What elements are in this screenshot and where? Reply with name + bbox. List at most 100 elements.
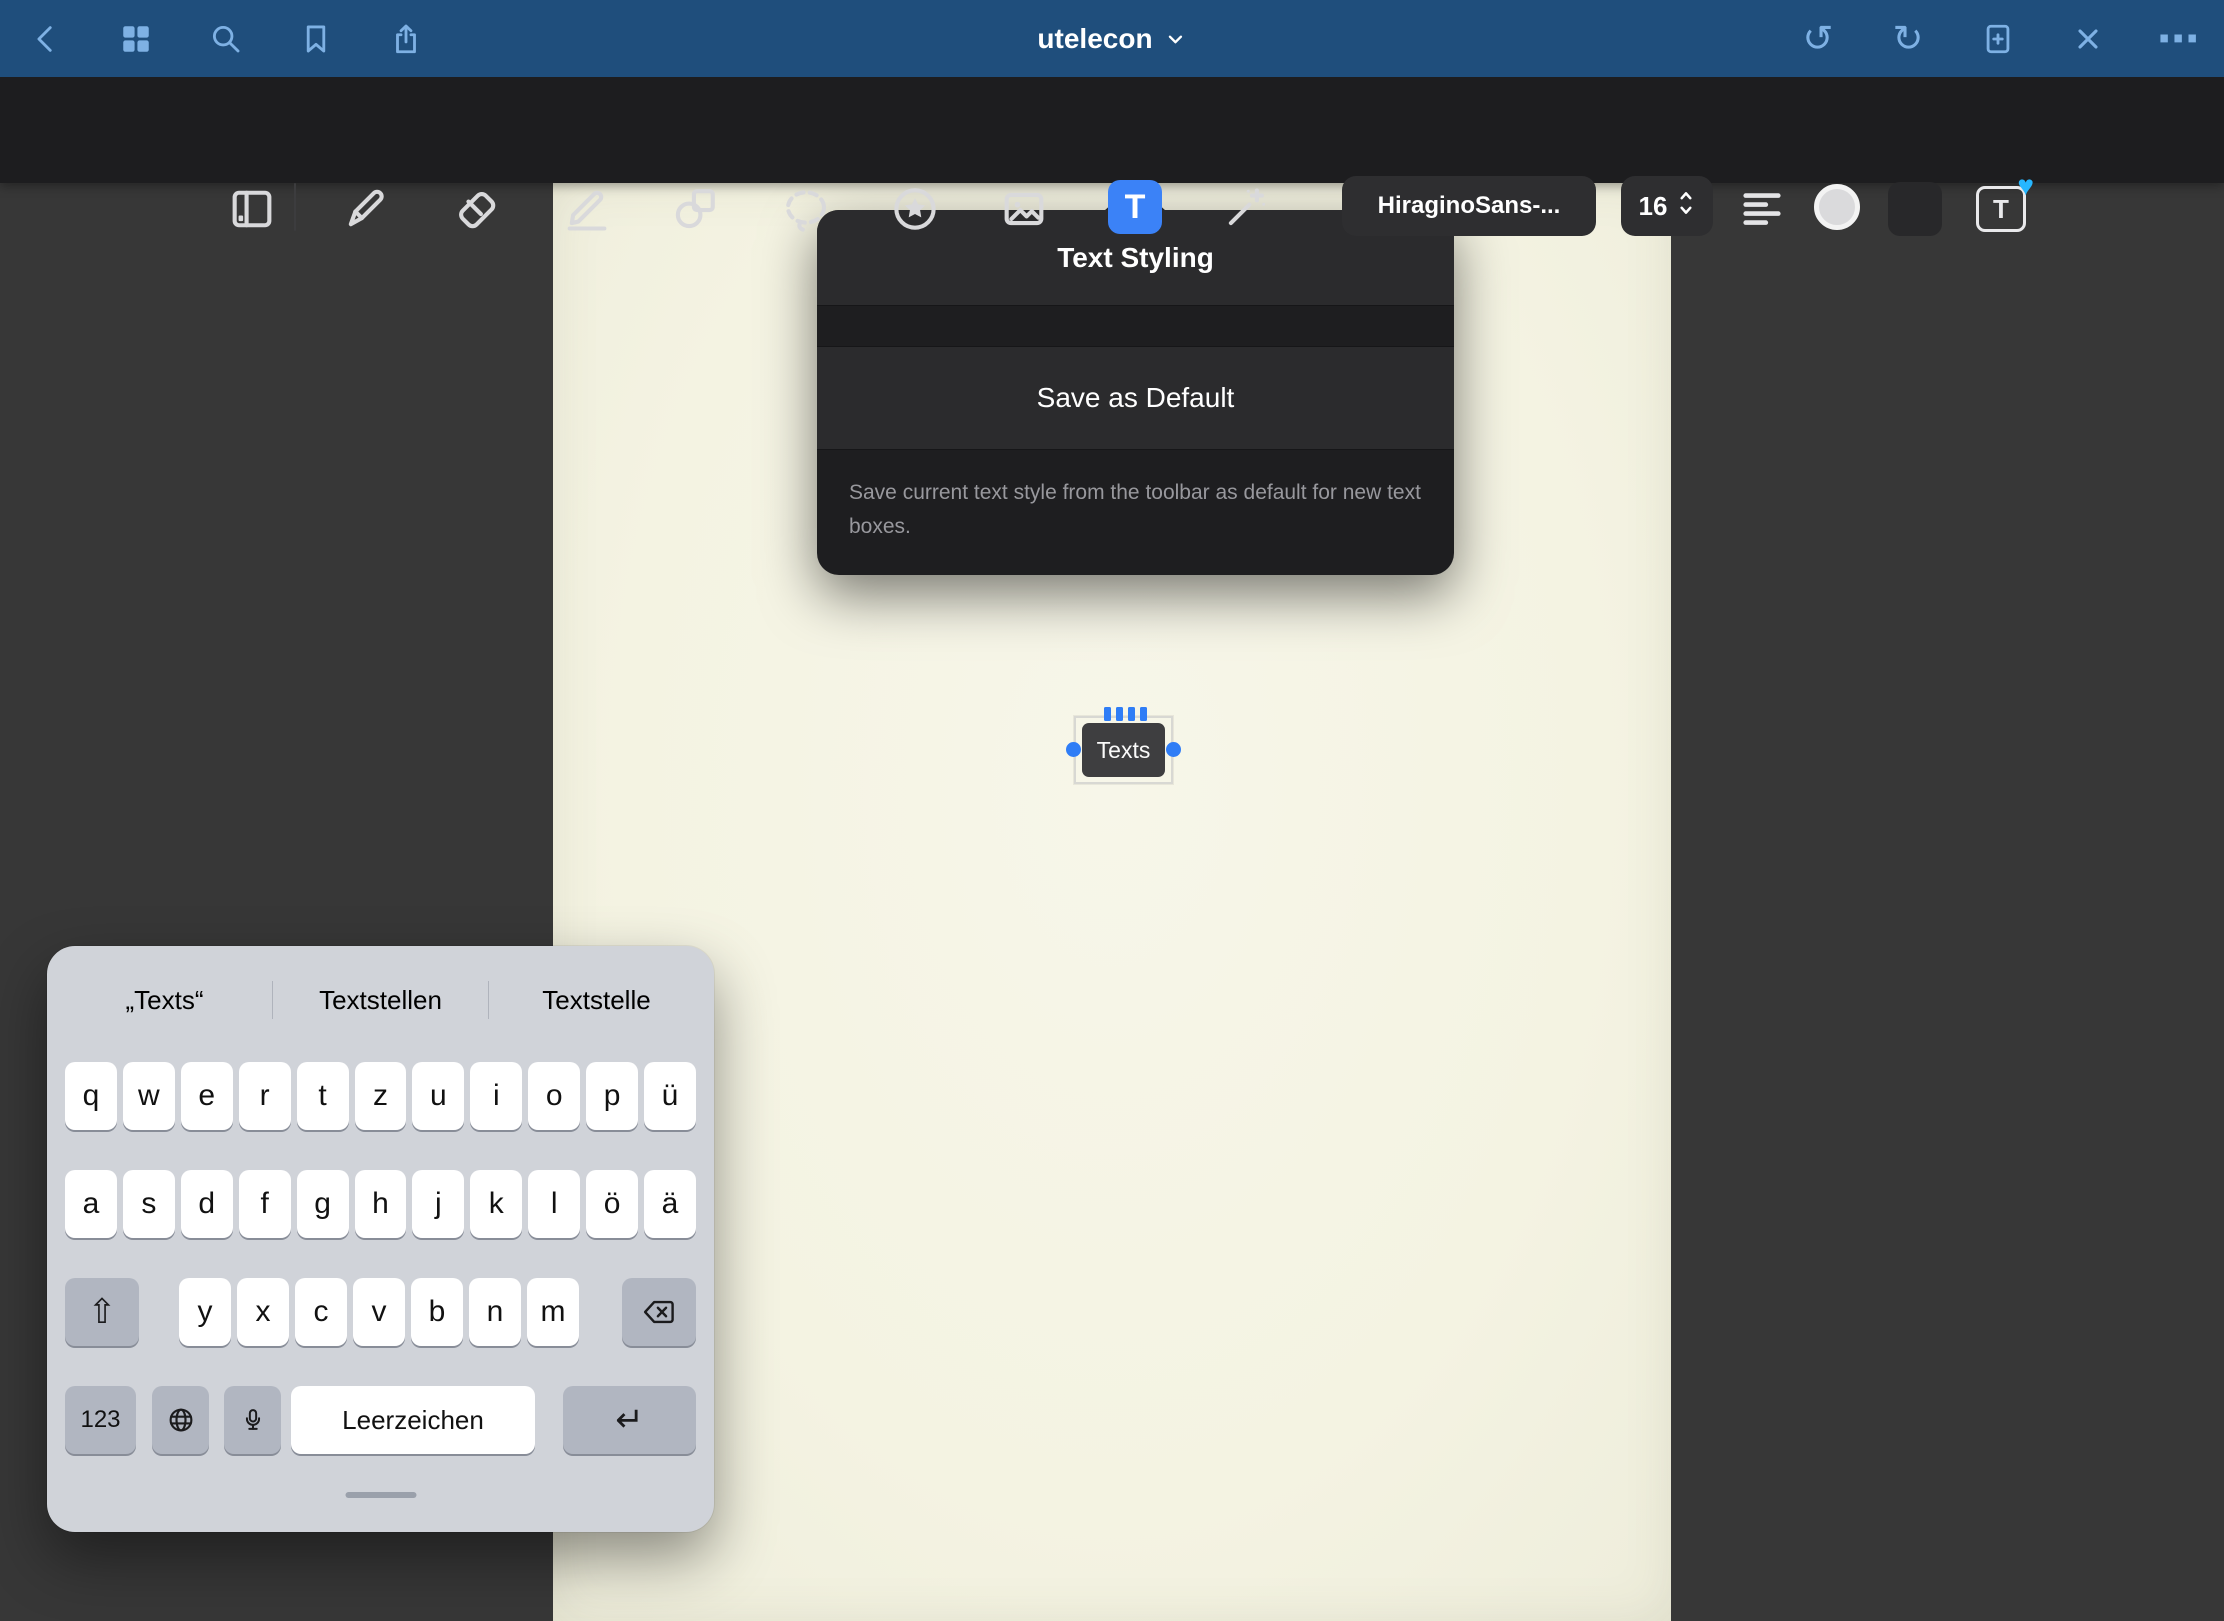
heart-badge-icon: ♥ — [2017, 172, 2034, 200]
key-b[interactable]: b — [411, 1278, 463, 1346]
elements-tool[interactable] — [886, 180, 944, 238]
laser-pointer-tool[interactable] — [1216, 180, 1274, 238]
selection-handle-left[interactable] — [1066, 742, 1081, 757]
shapes-tool[interactable] — [666, 180, 724, 238]
font-family-button[interactable]: HiraginoSans-... — [1342, 176, 1596, 236]
document-title-group[interactable]: utelecon — [1037, 0, 1186, 77]
share-icon — [389, 22, 423, 56]
microphone-icon — [239, 1405, 267, 1435]
bookmark-icon — [299, 22, 333, 56]
add-page-button[interactable] — [1978, 17, 2018, 61]
nav-left-group — [26, 17, 426, 61]
key-ue[interactable]: ü — [644, 1062, 696, 1130]
text-color-swatch[interactable] — [1814, 184, 1860, 230]
suggestion-1[interactable]: „Texts“ — [57, 985, 272, 1016]
return-key[interactable]: ↵ — [563, 1386, 696, 1454]
key-x[interactable]: x — [237, 1278, 289, 1346]
key-s[interactable]: s — [123, 1170, 175, 1238]
redo-button[interactable]: ↻ — [1888, 17, 1928, 61]
thumbnails-button[interactable] — [116, 17, 156, 61]
key-t[interactable]: t — [297, 1062, 349, 1130]
key-f[interactable]: f — [239, 1170, 291, 1238]
text-style-favorite-button[interactable]: T ♥ — [1972, 178, 2030, 236]
shift-icon: ⇧ — [88, 1292, 117, 1332]
key-d[interactable]: d — [181, 1170, 233, 1238]
backspace-icon — [642, 1298, 676, 1326]
share-button[interactable] — [386, 17, 426, 61]
bookmark-button[interactable] — [296, 17, 336, 61]
stepper-chevrons-icon — [1677, 188, 1695, 225]
back-button[interactable] — [26, 17, 66, 61]
text-tool[interactable]: T — [1108, 180, 1162, 234]
key-y[interactable]: y — [179, 1278, 231, 1346]
keyboard-row-3: ⇧ y x c v b n m — [65, 1278, 696, 1346]
key-l[interactable]: l — [528, 1170, 580, 1238]
save-as-default-button[interactable]: Save as Default — [817, 347, 1454, 450]
globe-key[interactable] — [152, 1386, 209, 1454]
text-selection-bars — [1104, 707, 1147, 721]
key-j[interactable]: j — [412, 1170, 464, 1238]
shapes-icon — [669, 183, 721, 235]
secondary-swatch[interactable] — [1888, 182, 1942, 236]
keyboard-row-4: 123 Leerzeichen ↵ — [65, 1386, 696, 1454]
key-z[interactable]: z — [355, 1062, 407, 1130]
key-ae[interactable]: ä — [644, 1170, 696, 1238]
key-o[interactable]: o — [528, 1062, 580, 1130]
key-m[interactable]: m — [527, 1278, 579, 1346]
key-v[interactable]: v — [353, 1278, 405, 1346]
text-box-selection[interactable]: Texts — [1074, 716, 1173, 784]
tool-bar: T HiraginoSans-... 16 T — [0, 77, 2224, 183]
image-icon — [998, 183, 1050, 235]
dictation-key[interactable] — [224, 1386, 281, 1454]
search-button[interactable] — [206, 17, 246, 61]
keyboard-panel: „Texts“ Textstellen Textstelle q w e r t… — [47, 946, 714, 1532]
close-button[interactable] — [2068, 17, 2108, 61]
key-i[interactable]: i — [470, 1062, 522, 1130]
lasso-tool[interactable] — [777, 180, 835, 238]
popover-separator — [817, 306, 1454, 347]
key-q[interactable]: q — [65, 1062, 117, 1130]
shift-key[interactable]: ⇧ — [65, 1278, 139, 1346]
numbers-key[interactable]: 123 — [65, 1386, 136, 1454]
page-panel-icon — [226, 183, 278, 235]
backspace-key[interactable] — [622, 1278, 696, 1346]
key-g[interactable]: g — [297, 1170, 349, 1238]
space-key[interactable]: Leerzeichen — [291, 1386, 535, 1454]
font-size-value: 16 — [1639, 191, 1668, 222]
highlighter-tool[interactable] — [558, 180, 616, 238]
pen-tool[interactable] — [337, 180, 395, 238]
selection-handle-right[interactable] — [1166, 742, 1181, 757]
key-r[interactable]: r — [239, 1062, 291, 1130]
more-button[interactable]: ⋯ — [2158, 17, 2198, 61]
key-h[interactable]: h — [355, 1170, 407, 1238]
key-k[interactable]: k — [470, 1170, 522, 1238]
suggestion-2[interactable]: Textstellen — [273, 985, 488, 1016]
toolbar-divider — [294, 183, 296, 231]
document-title: utelecon — [1037, 23, 1152, 55]
eraser-tool[interactable] — [446, 180, 504, 238]
key-oe[interactable]: ö — [586, 1170, 638, 1238]
grid-icon — [119, 22, 153, 56]
key-e[interactable]: e — [181, 1062, 233, 1130]
font-size-stepper[interactable]: 16 — [1621, 176, 1713, 236]
text-align-button[interactable] — [1733, 180, 1791, 238]
undo-button[interactable]: ↺ — [1798, 17, 1838, 61]
key-w[interactable]: w — [123, 1062, 175, 1130]
suggestion-3[interactable]: Textstelle — [489, 985, 704, 1016]
image-tool[interactable] — [995, 180, 1053, 238]
key-p[interactable]: p — [586, 1062, 638, 1130]
chevron-down-icon — [1165, 28, 1187, 50]
lasso-icon — [780, 183, 832, 235]
redo-icon: ↻ — [1892, 20, 1923, 57]
key-u[interactable]: u — [412, 1062, 464, 1130]
key-c[interactable]: c — [295, 1278, 347, 1346]
key-a[interactable]: a — [65, 1170, 117, 1238]
text-box[interactable]: Texts — [1082, 723, 1165, 777]
keyboard-row-2: a s d f g h j k l ö ä — [65, 1170, 696, 1238]
search-icon — [209, 22, 243, 56]
space-key-label: Leerzeichen — [342, 1405, 484, 1436]
close-icon — [2072, 23, 2104, 55]
keyboard-drag-handle[interactable] — [345, 1492, 416, 1498]
page-panel-tool[interactable] — [223, 180, 281, 238]
key-n[interactable]: n — [469, 1278, 521, 1346]
